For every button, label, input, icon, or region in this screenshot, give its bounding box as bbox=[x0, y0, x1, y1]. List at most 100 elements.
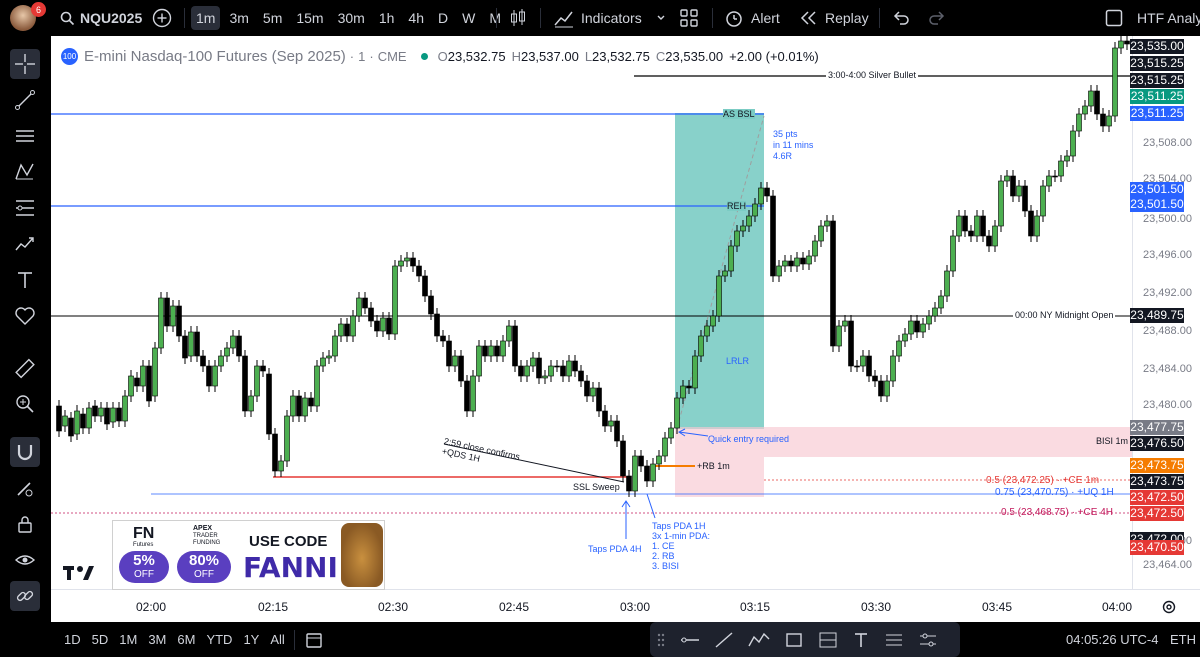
candle-body bbox=[290, 395, 296, 417]
fn-block: FN Futures 5% OFF bbox=[119, 525, 171, 585]
layout-menu-button[interactable]: HTF Analys bbox=[1105, 0, 1200, 36]
long-position-icon[interactable] bbox=[818, 631, 838, 649]
range-All[interactable]: All bbox=[270, 632, 284, 647]
candle-body bbox=[494, 345, 500, 357]
range-YTD[interactable]: YTD bbox=[206, 632, 232, 647]
candle-body bbox=[1016, 185, 1022, 197]
drag-handle-icon[interactable] bbox=[656, 631, 666, 649]
range-1Y[interactable]: 1Y bbox=[243, 632, 259, 647]
promo-banner[interactable]: FN Futures 5% OFF APEX TRADER FUNDING 80… bbox=[112, 520, 385, 590]
price-label: 23,473.75 bbox=[1130, 474, 1184, 489]
candle-body bbox=[578, 370, 584, 382]
compare-button[interactable] bbox=[152, 0, 172, 36]
candle-body bbox=[728, 245, 734, 272]
candle-body bbox=[386, 317, 392, 335]
alert-button[interactable]: Alert bbox=[724, 0, 780, 36]
replay-button[interactable]: Replay bbox=[799, 0, 869, 36]
range-6M[interactable]: 6M bbox=[177, 632, 195, 647]
goto-date-button[interactable] bbox=[305, 622, 323, 657]
candle-body bbox=[656, 455, 662, 465]
candle-body bbox=[602, 410, 608, 427]
interval-5m[interactable]: 5m bbox=[258, 10, 287, 26]
candle-body bbox=[110, 407, 116, 423]
candle-body bbox=[446, 340, 452, 367]
text-icon[interactable] bbox=[852, 631, 870, 649]
path-icon[interactable] bbox=[748, 631, 770, 649]
horizontal-ray-icon[interactable] bbox=[680, 631, 700, 649]
alarm-clock-icon bbox=[726, 11, 742, 27]
trend-line-tool[interactable] bbox=[10, 85, 40, 115]
chart-type-button[interactable] bbox=[509, 0, 527, 36]
legend: 100 E-mini Nasdaq-100 Futures (Sep 2025)… bbox=[61, 48, 819, 65]
interval-W[interactable]: W bbox=[457, 10, 480, 26]
candle-body bbox=[812, 240, 818, 257]
symbol-search[interactable]: NQU2025 bbox=[60, 0, 142, 36]
candle-body bbox=[962, 215, 968, 232]
zoom-tool[interactable] bbox=[10, 389, 40, 419]
range-5D[interactable]: 5D bbox=[92, 632, 109, 647]
interval-30m[interactable]: 30m bbox=[333, 10, 370, 26]
range-1D[interactable]: 1D bbox=[64, 632, 81, 647]
stay-drawing-tool[interactable] bbox=[10, 473, 40, 503]
apex-pct: 80% bbox=[188, 552, 220, 569]
candle-body bbox=[626, 475, 632, 492]
lrlr-label: LRLR bbox=[726, 356, 750, 366]
horizontal-lines-tool[interactable] bbox=[10, 121, 40, 151]
indicators-button[interactable]: Indicators bbox=[553, 0, 666, 36]
interval-15m[interactable]: 15m bbox=[291, 10, 328, 26]
time-axis[interactable]: 02:00 02:15 02:30 02:45 03:00 03:15 03:30 03:45… bbox=[51, 589, 1200, 622]
candle-body bbox=[860, 355, 866, 367]
interval-1h[interactable]: 1h bbox=[374, 10, 400, 26]
layout-name: HTF Analys bbox=[1137, 10, 1200, 26]
crosshair-icon bbox=[15, 54, 35, 74]
interval-3m[interactable]: 3m bbox=[224, 10, 253, 26]
candle-body bbox=[566, 360, 572, 377]
lock-tool[interactable] bbox=[10, 509, 40, 539]
candle-body bbox=[104, 407, 110, 425]
candle-body bbox=[644, 465, 650, 482]
sync-drawings-tool[interactable] bbox=[10, 581, 40, 611]
interval-4h[interactable]: 4h bbox=[403, 10, 429, 26]
candle-body bbox=[980, 215, 986, 237]
visibility-tool[interactable] bbox=[10, 545, 40, 575]
apex-line-1: APEX bbox=[193, 525, 213, 532]
tradingview-logo[interactable] bbox=[63, 564, 95, 587]
icon-tool[interactable] bbox=[10, 301, 40, 331]
interval-D[interactable]: D bbox=[433, 10, 453, 26]
measure-tool[interactable] bbox=[10, 353, 40, 383]
candle-body bbox=[152, 347, 158, 397]
candle-body bbox=[692, 355, 698, 389]
crosshair-tool[interactable] bbox=[10, 49, 40, 79]
pattern-tool[interactable] bbox=[10, 157, 40, 187]
gann-icon[interactable] bbox=[918, 631, 938, 649]
rectangle-icon[interactable] bbox=[784, 631, 804, 649]
price-label: 23,472.50 bbox=[1130, 490, 1184, 505]
interval-1m[interactable]: 1m bbox=[191, 6, 221, 30]
candle-body bbox=[950, 235, 956, 272]
candles-icon bbox=[511, 9, 525, 26]
candle-body bbox=[662, 437, 668, 457]
fib-icon[interactable] bbox=[884, 631, 904, 649]
range-1M[interactable]: 1M bbox=[119, 632, 137, 647]
redo-button[interactable] bbox=[928, 0, 946, 36]
range-3M[interactable]: 3M bbox=[148, 632, 166, 647]
range-selector: 1D 5D 1M 3M 6M YTD 1Y All bbox=[64, 622, 285, 657]
session-label[interactable]: ETH bbox=[1170, 622, 1196, 657]
undo-button[interactable] bbox=[892, 0, 910, 36]
trend-line-icon[interactable] bbox=[714, 631, 734, 649]
fib-tool[interactable] bbox=[10, 193, 40, 223]
chart-pane[interactable]: 100 E-mini Nasdaq-100 Futures (Sep 2025)… bbox=[51, 36, 1200, 622]
candle-body bbox=[722, 270, 728, 277]
candle-body bbox=[806, 255, 812, 265]
layouts-button[interactable] bbox=[679, 0, 699, 36]
magnet-tool[interactable] bbox=[10, 437, 40, 467]
candle-body bbox=[572, 360, 578, 372]
candle-body bbox=[890, 355, 896, 382]
clock[interactable]: 04:05:26 UTC-4 bbox=[1066, 622, 1159, 657]
settings-gear-icon[interactable] bbox=[1161, 599, 1177, 615]
forecast-tool[interactable] bbox=[10, 229, 40, 259]
candle-body bbox=[206, 365, 212, 387]
candle-body bbox=[734, 230, 740, 247]
time-tick: 02:00 bbox=[136, 600, 167, 614]
text-tool[interactable] bbox=[10, 265, 40, 295]
